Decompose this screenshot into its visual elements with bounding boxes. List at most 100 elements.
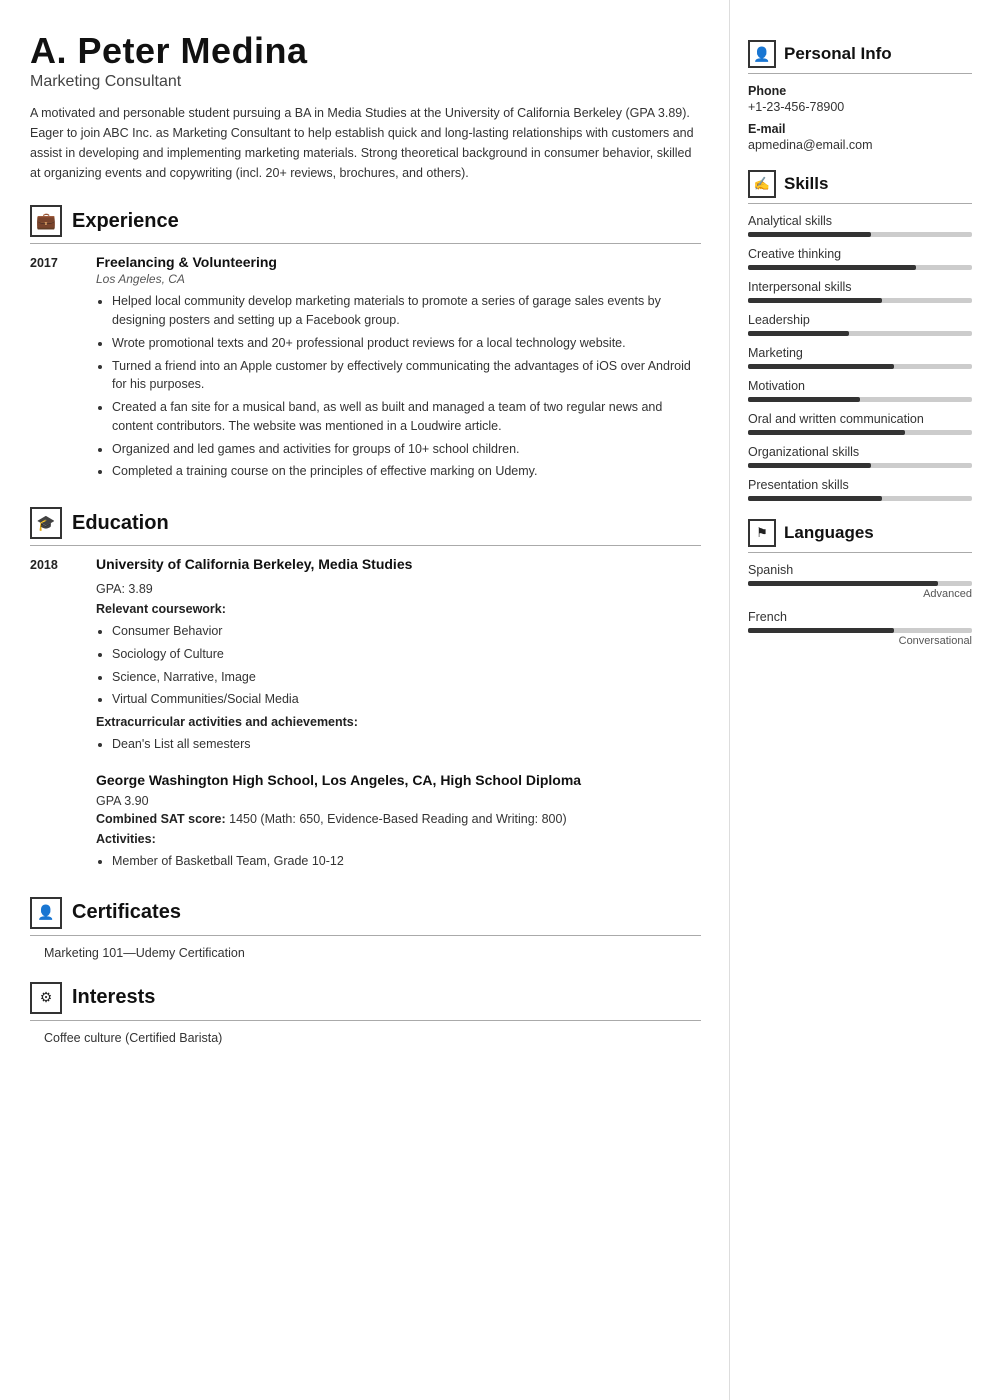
activity-0: Member of Basketball Team, Grade 10-12 [112,852,701,871]
languages-icon: ⚑ [748,519,776,547]
edu-sat-label: Combined SAT score: [96,812,226,826]
experience-entry-0: 2017 Freelancing & Volunteering Los Ange… [30,254,701,485]
edu-school-0: University of California Berkeley, Media… [96,556,701,572]
interests-title: Interests [72,986,155,1009]
skill-item-3: Leadership [748,313,972,336]
skill-item-7: Organizational skills [748,445,972,468]
extra-0: Dean's List all semesters [112,735,701,754]
skill-name-4: Marketing [748,346,972,360]
lang-level-1: Conversational [748,635,972,647]
coursework-1: Sociology of Culture [112,645,701,664]
skill-bar-fill-3 [748,331,849,336]
experience-bullets-0: Helped local community develop marketing… [96,292,701,481]
skill-bar-fill-5 [748,397,860,402]
lang-name-0: Spanish [748,563,972,577]
education-entry-1: George Washington High School, Los Angel… [30,772,701,875]
languages-title: Languages [784,523,874,543]
candidate-title: Marketing Consultant [30,73,701,91]
experience-location-0: Los Angeles, CA [96,272,701,286]
skill-bar-fill-1 [748,265,916,270]
lang-level-0: Advanced [748,588,972,600]
bullet-exp-2: Turned a friend into an Apple customer b… [112,357,701,395]
cert-item-0: Marketing 101—Udemy Certification [30,946,701,960]
bullet-exp-4: Organized and led games and activities f… [112,440,701,459]
personal-info-section: 👤 Personal Info Phone +1-23-456-78900 E-… [748,40,972,152]
languages-list: Spanish Advanced French Conversational [748,563,972,647]
edu-content-0: University of California Berkeley, Media… [96,556,701,758]
coursework-2: Science, Narrative, Image [112,668,701,687]
edu-activities-list-1: Member of Basketball Team, Grade 10-12 [96,852,701,871]
education-icon: 🎓 [30,507,62,539]
skill-bar-bg-5 [748,397,972,402]
skill-bar-fill-6 [748,430,905,435]
personal-info-header: 👤 Personal Info [748,40,972,74]
interests-icon: ⚙ [30,982,62,1014]
email-label: E-mail [748,122,972,136]
languages-section: ⚑ Languages Spanish Advanced French Conv… [748,519,972,647]
skill-bar-bg-2 [748,298,972,303]
education-title: Education [72,512,169,535]
certificates-section-header: 👤 Certificates [30,897,701,936]
experience-section-header: 💼 Experience [30,205,701,244]
experience-content-0: Freelancing & Volunteering Los Angeles, … [96,254,701,485]
coursework-0: Consumer Behavior [112,622,701,641]
bullet-exp-3: Created a fan site for a musical band, a… [112,398,701,436]
coursework-3: Virtual Communities/Social Media [112,690,701,709]
edu-extra-label-0: Extracurricular activities and achieveme… [96,715,701,729]
skill-item-1: Creative thinking [748,247,972,270]
candidate-bio: A motivated and personable student pursu… [30,103,701,183]
interests-section: ⚙ Interests Coffee culture (Certified Ba… [30,982,701,1045]
skill-item-4: Marketing [748,346,972,369]
edu-year-0: 2018 [30,556,78,758]
experience-icon: 💼 [30,205,62,237]
lang-name-1: French [748,610,972,624]
skill-name-1: Creative thinking [748,247,972,261]
lang-bar-fill-1 [748,628,894,633]
edu-coursework-list-0: Consumer Behavior Sociology of Culture S… [96,622,701,709]
resume-header: A. Peter Medina Marketing Consultant A m… [30,30,701,183]
email-value: apmedina@email.com [748,138,972,152]
lang-bar-bg-0 [748,581,972,586]
right-column: 👤 Personal Info Phone +1-23-456-78900 E-… [730,0,990,1400]
lang-item-0: Spanish Advanced [748,563,972,600]
skill-item-5: Motivation [748,379,972,402]
skill-name-7: Organizational skills [748,445,972,459]
skill-name-6: Oral and written communication [748,412,972,426]
skill-bar-bg-8 [748,496,972,501]
interests-section-header: ⚙ Interests [30,982,701,1021]
skill-bar-bg-7 [748,463,972,468]
experience-year-0: 2017 [30,254,78,485]
certificates-section: 👤 Certificates Marketing 101—Udemy Certi… [30,897,701,960]
bullet-exp-0: Helped local community develop marketing… [112,292,701,330]
edu-gpa-0: GPA: 3.89 [96,582,701,596]
skill-name-0: Analytical skills [748,214,972,228]
skill-item-8: Presentation skills [748,478,972,501]
skill-bar-bg-4 [748,364,972,369]
lang-item-1: French Conversational [748,610,972,647]
edu-school-1: George Washington High School, Los Angel… [96,772,701,788]
skill-bar-bg-0 [748,232,972,237]
lang-bar-bg-1 [748,628,972,633]
education-section: 🎓 Education 2018 University of Californi… [30,507,701,875]
bullet-exp-1: Wrote promotional texts and 20+ professi… [112,334,701,353]
certificates-icon: 👤 [30,897,62,929]
bullet-exp-5: Completed a training course on the princ… [112,462,701,481]
skill-bar-bg-1 [748,265,972,270]
skill-item-0: Analytical skills [748,214,972,237]
experience-title: Experience [72,210,179,233]
edu-activities-label-1: Activities: [96,832,701,846]
skill-name-8: Presentation skills [748,478,972,492]
skill-bar-bg-3 [748,331,972,336]
skill-item-6: Oral and written communication [748,412,972,435]
skill-bar-fill-7 [748,463,871,468]
personal-info-icon: 👤 [748,40,776,68]
left-column: A. Peter Medina Marketing Consultant A m… [0,0,730,1400]
skill-bar-bg-6 [748,430,972,435]
resume-page: A. Peter Medina Marketing Consultant A m… [0,0,990,1400]
edu-extra-list-0: Dean's List all semesters [96,735,701,754]
languages-header: ⚑ Languages [748,519,972,553]
experience-section: 💼 Experience 2017 Freelancing & Voluntee… [30,205,701,485]
skills-section: ✍ Skills Analytical skills Creative thin… [748,170,972,501]
skill-name-3: Leadership [748,313,972,327]
skill-bar-fill-2 [748,298,882,303]
